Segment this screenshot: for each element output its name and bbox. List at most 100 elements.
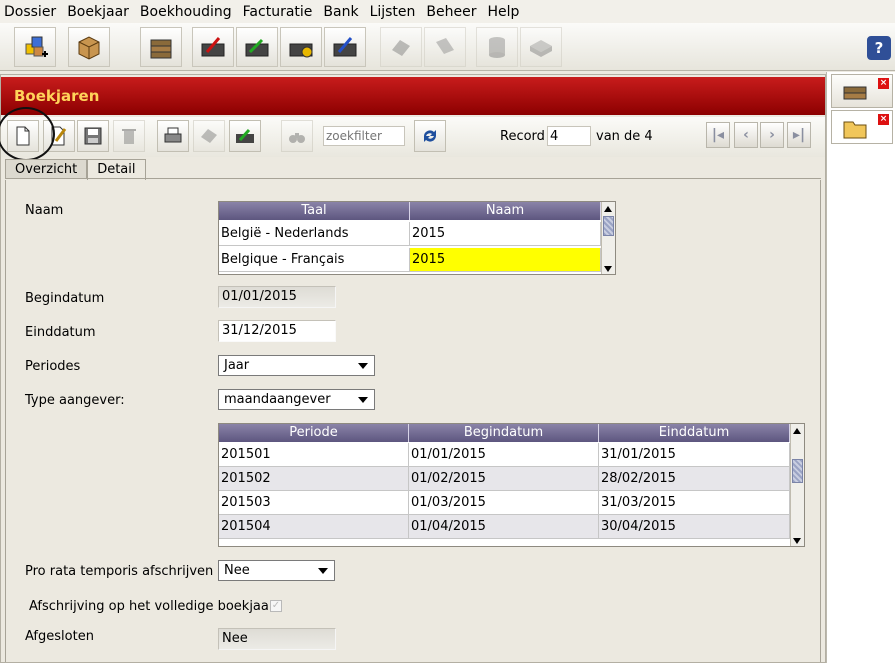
periodes-select[interactable]: Jaar xyxy=(218,355,375,376)
naam-label: Naam xyxy=(25,203,64,218)
type-aangever-value: maandaangever xyxy=(224,392,331,407)
einddatum-field[interactable]: 31/12/2015 xyxy=(218,320,336,342)
table-cell[interactable]: 201503 xyxy=(219,491,409,515)
print-button[interactable] xyxy=(157,120,189,152)
volledige-boekjaar-checkbox[interactable]: ✓ xyxy=(270,600,282,612)
last-record-button[interactable]: ▸| xyxy=(787,122,811,148)
archive-button[interactable] xyxy=(68,27,110,67)
search-button[interactable] xyxy=(281,120,313,152)
disabled-tool-4[interactable] xyxy=(520,27,562,67)
new-document-icon xyxy=(16,126,30,146)
scroll-down-icon[interactable] xyxy=(604,266,612,272)
table-cell[interactable]: 28/02/2015 xyxy=(599,467,790,491)
menu-bank[interactable]: Bank xyxy=(323,4,358,20)
grid-header-begindatum[interactable]: Begindatum xyxy=(409,424,599,442)
record-count: van de 4 xyxy=(596,129,653,144)
pro-rata-value: Nee xyxy=(224,563,250,578)
booking-button-1[interactable] xyxy=(192,27,234,67)
naam-grid: Taal Naam België - Nederlands 2015 Belgi… xyxy=(218,201,616,275)
first-record-button[interactable]: |◂ xyxy=(706,122,730,148)
delete-record-button[interactable] xyxy=(113,120,145,152)
scroll-thumb[interactable] xyxy=(792,459,803,483)
scroll-up-icon[interactable] xyxy=(793,428,801,434)
binoculars-icon xyxy=(289,133,305,143)
close-icon[interactable]: × xyxy=(878,114,889,125)
grid-header-einddatum[interactable]: Einddatum xyxy=(599,424,790,442)
edit-icon xyxy=(51,126,67,146)
export-button[interactable] xyxy=(229,120,261,152)
new-dossier-button[interactable] xyxy=(14,27,56,67)
menu-beheer[interactable]: Beheer xyxy=(426,4,476,20)
scroll-thumb[interactable] xyxy=(603,216,614,236)
help-button[interactable]: ? xyxy=(867,36,891,60)
tab-detail[interactable]: Detail xyxy=(87,159,146,180)
books-icon xyxy=(843,86,867,100)
grid-header-periode[interactable]: Periode xyxy=(219,424,409,442)
detail-form: Naam Taal Naam België - Nederlands 2015 … xyxy=(5,180,821,662)
journals-button[interactable] xyxy=(140,27,182,67)
naam-grid-cell[interactable]: Belgique - Français xyxy=(219,248,410,272)
menu-help[interactable]: Help xyxy=(488,4,520,20)
disabled-tool-2[interactable] xyxy=(424,27,466,67)
disabled-tool-1[interactable] xyxy=(380,27,422,67)
table-cell[interactable]: 01/04/2015 xyxy=(409,515,599,539)
side-tab-journals[interactable]: × xyxy=(831,74,893,108)
table-cell[interactable]: 201501 xyxy=(219,443,409,467)
save-icon xyxy=(84,127,102,145)
disabled-tool-3[interactable] xyxy=(476,27,518,67)
begindatum-field: 01/01/2015 xyxy=(218,286,336,308)
periodes-label: Periodes xyxy=(25,359,81,374)
disabled-action-button[interactable] xyxy=(193,120,225,152)
ledger-arrow-icon xyxy=(236,128,254,143)
pro-rata-select[interactable]: Nee xyxy=(218,560,335,581)
grid-header-taal[interactable]: Taal xyxy=(219,202,410,220)
chevron-down-icon xyxy=(358,363,368,369)
scroll-up-icon[interactable] xyxy=(604,206,612,212)
naam-grid-cell-selected[interactable]: 2015 xyxy=(410,248,601,272)
ledger-money-icon xyxy=(289,43,313,58)
side-tab-boekjaren[interactable]: × xyxy=(831,110,893,144)
menu-boekhouding[interactable]: Boekhouding xyxy=(140,4,232,20)
save-record-button[interactable] xyxy=(77,120,109,152)
printer-icon xyxy=(164,127,182,143)
tab-overzicht[interactable]: Overzicht xyxy=(5,159,88,179)
table-cell[interactable]: 31/01/2015 xyxy=(599,443,790,467)
last-icon: ▸| xyxy=(792,127,806,143)
search-filter-input[interactable] xyxy=(323,126,405,146)
table-cell[interactable]: 01/02/2015 xyxy=(409,467,599,491)
scroll-down-icon[interactable] xyxy=(793,538,801,544)
side-panel: × × xyxy=(826,72,895,663)
menu-boekjaar[interactable]: Boekjaar xyxy=(67,4,129,20)
table-cell[interactable]: 01/03/2015 xyxy=(409,491,599,515)
naam-grid-cell[interactable]: België - Nederlands xyxy=(219,222,410,246)
papers-icon xyxy=(436,38,454,54)
edit-record-button[interactable] xyxy=(43,120,75,152)
next-record-button[interactable]: › xyxy=(760,122,784,148)
booking-button-4[interactable] xyxy=(324,27,366,67)
refresh-button[interactable] xyxy=(414,120,446,152)
table-cell[interactable]: 01/01/2015 xyxy=(409,443,599,467)
booking-button-2[interactable] xyxy=(236,27,278,67)
table-cell[interactable]: 31/03/2015 xyxy=(599,491,790,515)
periode-grid-scrollbar[interactable] xyxy=(790,424,804,546)
menu-lijsten[interactable]: Lijsten xyxy=(370,4,416,20)
record-number-input[interactable] xyxy=(547,126,591,146)
booking-button-3[interactable] xyxy=(280,27,322,67)
menu-facturatie[interactable]: Facturatie xyxy=(243,4,313,20)
afgesloten-field: Nee xyxy=(218,628,336,650)
close-icon[interactable]: × xyxy=(878,78,889,89)
type-aangever-select[interactable]: maandaangever xyxy=(218,389,375,410)
first-icon: |◂ xyxy=(711,127,725,143)
begindatum-label: Begindatum xyxy=(25,291,105,306)
new-record-button[interactable] xyxy=(7,120,39,152)
cubes-add-icon xyxy=(25,36,48,57)
menu-dossier[interactable]: Dossier xyxy=(4,4,56,20)
previous-record-button[interactable]: ‹ xyxy=(734,122,758,148)
table-cell[interactable]: 201502 xyxy=(219,467,409,491)
naam-grid-scrollbar[interactable] xyxy=(601,202,615,274)
table-cell[interactable]: 201504 xyxy=(219,515,409,539)
grid-header-naam[interactable]: Naam xyxy=(410,202,601,220)
ledger-blue-icon xyxy=(333,37,357,57)
table-cell[interactable]: 30/04/2015 xyxy=(599,515,790,539)
naam-grid-cell[interactable]: 2015 xyxy=(410,222,601,246)
